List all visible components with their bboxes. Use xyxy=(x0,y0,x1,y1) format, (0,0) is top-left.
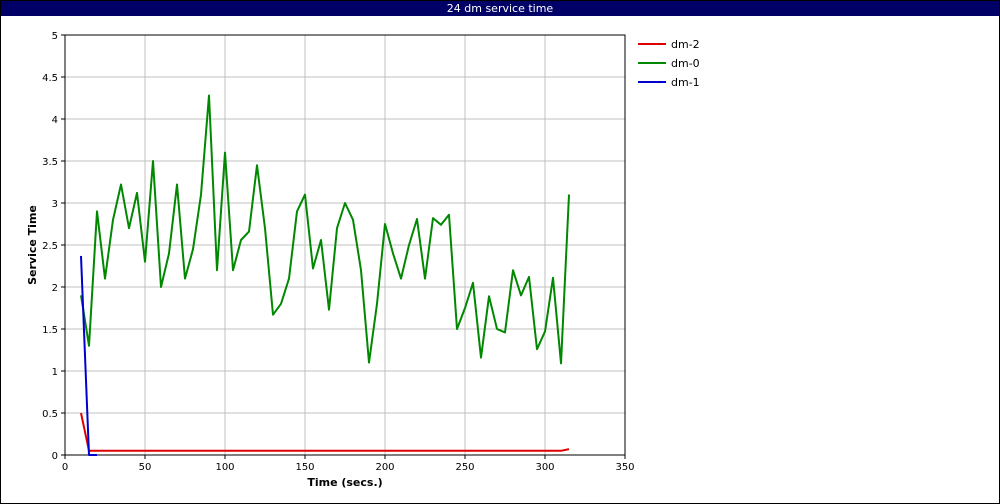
x-tick-label: 50 xyxy=(139,462,152,473)
legend: dm-2 dm-0 dm-1 xyxy=(638,38,700,89)
series-line-dm-0 xyxy=(80,94,570,365)
y-tick-label: 5 xyxy=(52,31,58,42)
y-tick-label: 1.5 xyxy=(42,325,58,336)
x-axis-label: Time (secs.) xyxy=(307,476,382,489)
series-line-dm-2 xyxy=(80,412,570,452)
service-time-chart: 0 50 100 150 200 250 300 350 0 0.5 1 1.5 2 2.5 3 3.5 4 4… xyxy=(26,31,700,489)
y-tick-label: 2 xyxy=(52,283,58,294)
series-lines xyxy=(80,94,570,456)
y-tick-label: 4 xyxy=(52,115,58,126)
x-axis: 0 50 100 150 200 250 300 350 xyxy=(62,455,635,473)
y-tick-label: 3.5 xyxy=(42,157,58,168)
legend-label-dm-1: dm-1 xyxy=(671,76,700,89)
x-tick-label: 150 xyxy=(295,462,314,473)
y-tick-label: 1 xyxy=(52,367,58,378)
y-tick-label: 4.5 xyxy=(42,73,58,84)
x-tick-label: 100 xyxy=(215,462,234,473)
x-tick-label: 250 xyxy=(455,462,474,473)
x-tick-label: 350 xyxy=(615,462,634,473)
y-axis-label: Service Time xyxy=(26,205,39,285)
x-tick-label: 200 xyxy=(375,462,394,473)
y-tick-label: 0 xyxy=(52,451,58,462)
legend-label-dm-0: dm-0 xyxy=(671,57,700,70)
x-tick-label: 0 xyxy=(62,462,68,473)
y-axis: 0 0.5 1 1.5 2 2.5 3 3.5 4 4.5 5 xyxy=(42,31,65,462)
grid xyxy=(64,34,626,456)
y-tick-label: 0.5 xyxy=(42,409,58,420)
y-tick-label: 2.5 xyxy=(42,241,58,252)
x-tick-label: 300 xyxy=(535,462,554,473)
legend-label-dm-2: dm-2 xyxy=(671,38,700,51)
y-tick-label: 3 xyxy=(52,199,58,210)
